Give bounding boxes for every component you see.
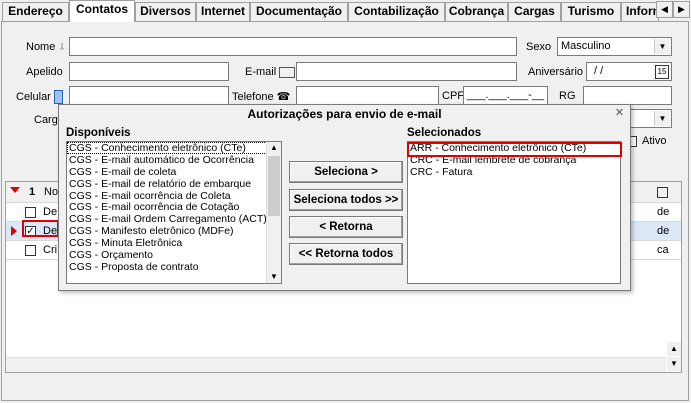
tab-cargas[interactable]: Cargas [508, 2, 561, 21]
sexo-select[interactable]: Masculino ▼ [557, 37, 672, 56]
list-item[interactable]: CGS - E-mail ocorrência de Coleta [67, 190, 281, 202]
tab-cobranca[interactable]: Cobrança [445, 2, 508, 21]
celular-input[interactable] [69, 86, 229, 105]
rg-label: RG [559, 90, 576, 102]
scroll-thumb[interactable] [268, 156, 280, 216]
telefone-input[interactable] [296, 86, 439, 105]
list-item[interactable]: CGS - E-mail automático de Ocorrência [67, 154, 281, 166]
tab-contabilizacao[interactable]: Contabilização [348, 2, 445, 21]
nome-input[interactable] [69, 37, 517, 56]
close-icon[interactable]: ✕ [612, 107, 627, 120]
selected-item-highlight [407, 142, 622, 157]
row-checkbox[interactable] [25, 245, 36, 256]
nome-label: Nome ⇩ [26, 41, 66, 53]
tab-informacoes[interactable]: Inform [621, 2, 659, 21]
chevron-down-icon[interactable]: ▼ [654, 39, 670, 54]
filter-marker-icon [10, 187, 20, 193]
aniversario-label: Aniversário [528, 66, 584, 78]
list-item[interactable]: CGS - Manifesto eletrônico (MDFe) [67, 225, 281, 237]
calendar-icon[interactable]: 15 [655, 65, 669, 79]
tab-scroll-left-icon[interactable]: ◀ [656, 1, 673, 18]
cpf-input[interactable]: ___.___.___-__ [463, 86, 548, 105]
email-label: E-mail [245, 66, 296, 78]
selected-list[interactable]: ARR - Conhecimento eletrônico (CTe) CRC … [407, 141, 621, 284]
list-item[interactable]: CGS - E-mail de relatório de embarque [67, 178, 281, 190]
tab-internet[interactable]: Internet [196, 2, 250, 21]
aniversario-value: / / [594, 65, 604, 77]
list-item[interactable]: CGS - E-mail de coleta [67, 166, 281, 178]
retorna-button[interactable]: < Retorna [289, 216, 403, 238]
current-row-arrow-icon [11, 226, 17, 236]
row-name: Cri [43, 244, 58, 256]
cpf-label: CPF [442, 90, 464, 102]
tab-documentacao[interactable]: Documentação [250, 2, 348, 21]
dialog-title: Autorizações para envio de e-mail [247, 107, 442, 121]
chevron-down-icon[interactable]: ▼ [654, 111, 670, 126]
row-name: De [43, 206, 58, 218]
tab-turismo[interactable]: Turismo [561, 2, 621, 21]
list-item[interactable]: CGS - E-mail ocorrência de Cotação [67, 201, 281, 214]
grid-scroll-down-icon[interactable]: ▼ [667, 357, 681, 371]
available-scrollbar[interactable]: ▲ ▼ [266, 142, 281, 283]
scroll-down-icon[interactable]: ▼ [267, 271, 281, 283]
envelope-icon [279, 66, 296, 78]
row-extra: de [657, 225, 670, 237]
aniversario-input[interactable]: / / 15 [586, 62, 672, 81]
sort-count: 1 [29, 186, 36, 198]
list-item[interactable]: CGS - E-mail Ordem Carregamento (ACT) [67, 213, 281, 225]
tab-scroll-right-icon[interactable]: ▶ [673, 1, 690, 18]
apelido-input[interactable] [69, 62, 229, 81]
tab-diversos[interactable]: Diversos [135, 2, 196, 21]
grid-column-icon [657, 187, 668, 198]
cpf-mask: ___.___.___-__ [467, 89, 545, 101]
sexo-label: Sexo [526, 41, 552, 53]
telephone-icon: ☎ [276, 91, 291, 103]
row-extra: ca [657, 244, 669, 256]
ativo-label: Ativo [642, 135, 667, 147]
tab-endereco[interactable]: Endereço [2, 2, 69, 21]
telefone-label: Telefone ☎ [232, 91, 291, 103]
tab-bar: Endereço Contatos Diversos Internet Docu… [0, 0, 691, 22]
row-extra: de [657, 206, 670, 218]
seleciona-todos-button[interactable]: Seleciona todos >> [289, 189, 403, 211]
row-checkbox[interactable] [25, 207, 36, 218]
retorna-todos-button[interactable]: << Retorna todos [289, 243, 403, 265]
rg-input[interactable] [583, 86, 672, 105]
celular-label: Celular [16, 90, 63, 104]
grid-scroll-up-icon[interactable]: ▲ [667, 342, 681, 356]
scroll-up-icon[interactable]: ▲ [267, 142, 281, 154]
cargo-label: Carg [34, 114, 58, 126]
tab-contatos[interactable]: Contatos [69, 0, 135, 22]
list-item[interactable]: CRC - Fatura [408, 166, 620, 178]
sort-icon: ⇩ [58, 42, 66, 52]
sexo-value: Masculino [561, 40, 611, 52]
selected-header: Selecionados [407, 127, 482, 139]
list-item[interactable]: CGS - Proposta de contrato [67, 261, 281, 273]
grid-header-nome[interactable]: No [44, 186, 58, 198]
phone-mobile-icon [53, 90, 63, 104]
apelido-label: Apelido [26, 66, 63, 78]
available-list[interactable]: CGS - Conhecimento eletrônico (CTe) CGS … [66, 141, 282, 284]
available-header: Disponíveis [66, 127, 131, 139]
checkbox-highlight [22, 220, 59, 237]
seleciona-button[interactable]: Seleciona > [289, 161, 403, 183]
email-authorization-dialog: Autorizações para envio de e-mail ✕ Disp… [58, 104, 631, 291]
email-input[interactable] [296, 62, 517, 81]
list-item[interactable]: CGS - Minuta Eletrônica [67, 237, 281, 249]
list-item[interactable]: CGS - Orçamento [67, 249, 281, 261]
grid-horizontal-scrollbar[interactable] [6, 357, 666, 372]
list-item[interactable]: CGS - Conhecimento eletrônico (CTe) [67, 142, 281, 154]
